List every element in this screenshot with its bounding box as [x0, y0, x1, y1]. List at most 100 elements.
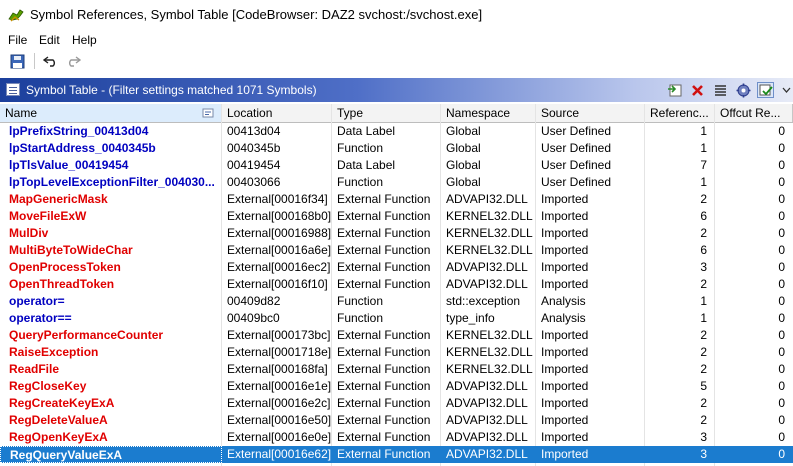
cell-source: Imported — [541, 260, 589, 274]
cell-location: External[00016ec2] — [227, 260, 331, 274]
table-row[interactable]: MapGenericMask External[00016f34] External… — [0, 191, 793, 208]
cell-offcut: 0 — [778, 243, 785, 257]
cell-location: 00419454 — [227, 158, 281, 172]
cell-refs: 6 — [700, 243, 707, 257]
cell-name: lpPrefixString_00413d04 — [9, 124, 149, 138]
cell-source: Imported — [541, 209, 589, 223]
save-button[interactable] — [8, 53, 26, 69]
table-row[interactable]: MulDiv External[00016988] External Functio… — [0, 225, 793, 242]
table-row[interactable]: lpTopLevelExceptionFilter_004030... 00403… — [0, 174, 793, 191]
cell-name: OpenThreadToken — [9, 277, 115, 291]
table-row[interactable]: OpenThreadToken External[00016f10] Externa… — [0, 276, 793, 293]
cell-location: External[000168fa] — [227, 362, 328, 376]
cell-namespace: KERNEL32.DLL — [446, 328, 533, 342]
table-row[interactable]: ReadFile External[000168fa] External Funct… — [0, 361, 793, 378]
sort-ascending-icon — [202, 108, 214, 118]
cell-location: External[00016e50] — [227, 413, 332, 427]
cell-offcut: 0 — [778, 260, 785, 274]
cell-source: Imported — [541, 243, 589, 257]
cell-source: Imported — [541, 447, 589, 461]
cell-name: MultiByteToWideChar — [9, 243, 133, 257]
menu-edit[interactable]: Edit — [39, 33, 60, 47]
column-header-location[interactable]: Location — [222, 104, 332, 122]
cell-namespace: ADVAPI32.DLL — [446, 430, 528, 444]
table-row[interactable]: RegDeleteValueA External[00016e50] Externa… — [0, 412, 793, 429]
cell-source: Imported — [541, 379, 589, 393]
cell-type: External Function — [337, 192, 431, 206]
cell-namespace: Global — [446, 175, 481, 189]
table-row[interactable]: MultiByteToWideChar External[00016a6e] Ext… — [0, 242, 793, 259]
cell-refs: 1 — [700, 124, 707, 138]
window-title: Symbol References, Symbol Table [CodeBro… — [30, 7, 483, 22]
table-row[interactable]: RegQueryValueExA External[00016e62] Extern… — [0, 446, 793, 463]
table-row[interactable]: RegCreateKeyExA External[00016e2c] Externa… — [0, 395, 793, 412]
cell-location: External[00016e0e] — [227, 430, 332, 444]
configure-button[interactable] — [735, 82, 752, 98]
cell-namespace: KERNEL32.DLL — [446, 345, 533, 359]
cell-offcut: 0 — [778, 328, 785, 342]
cell-refs: 7 — [700, 158, 707, 172]
table-row[interactable]: OpenProcessToken External[00016ec2] Extern… — [0, 259, 793, 276]
table-row[interactable]: MoveFileExW External[000168b0] External Fu… — [0, 208, 793, 225]
cell-type: Data Label — [337, 158, 396, 172]
menu-bar: File Edit Help — [0, 30, 793, 50]
cell-location: 0040345b — [227, 141, 281, 155]
cell-namespace: ADVAPI32.DLL — [446, 260, 528, 274]
cell-name: ReadFile — [9, 362, 60, 376]
cell-source: Imported — [541, 277, 589, 291]
panel-menu-button[interactable] — [778, 82, 793, 98]
cell-refs: 1 — [700, 311, 707, 325]
cell-source: Imported — [541, 345, 589, 359]
table-row[interactable]: RegOpenKeyExA External[00016e0e] External … — [0, 429, 793, 446]
cell-location: External[0001718e] — [227, 345, 332, 359]
cell-namespace: ADVAPI32.DLL — [446, 396, 528, 410]
cell-name: MapGenericMask — [9, 192, 108, 206]
delete-button[interactable] — [689, 82, 706, 98]
add-to-table-button[interactable] — [666, 82, 683, 98]
table-row[interactable]: operator= 00409d82 Function std::exception A… — [0, 293, 793, 310]
cell-source: Imported — [541, 430, 589, 444]
undo-button[interactable] — [42, 53, 60, 69]
cell-location: External[000173bc] — [227, 328, 331, 342]
list-view-button[interactable] — [712, 82, 729, 98]
cell-offcut: 0 — [778, 379, 785, 393]
table-row[interactable]: lpTlsValue_00419454 00419454 Data Label Glo… — [0, 157, 793, 174]
cell-namespace: KERNEL32.DLL — [446, 209, 533, 223]
cell-name: operator== — [9, 311, 72, 325]
cell-name: QueryPerformanceCounter — [9, 328, 164, 342]
cell-name: RegQueryValueExA — [0, 446, 222, 463]
cell-namespace: ADVAPI32.DLL — [446, 192, 528, 206]
column-header-offcut-references[interactable]: Offcut Re... — [715, 104, 793, 122]
column-header-source[interactable]: Source — [536, 104, 645, 122]
red-x-icon — [692, 84, 703, 96]
cell-namespace: KERNEL32.DLL — [446, 243, 533, 257]
column-header-name[interactable]: Name — [0, 104, 222, 122]
cell-location: External[000168b0] — [227, 209, 332, 223]
cell-refs: 2 — [700, 396, 707, 410]
column-header-type[interactable]: Type — [332, 104, 441, 122]
cell-namespace: Global — [446, 141, 481, 155]
cell-source: Imported — [541, 413, 589, 427]
menu-help[interactable]: Help — [72, 33, 97, 47]
cell-type: External Function — [337, 447, 431, 461]
symbol-table-panel-header: Symbol Table - (Filter settings matched … — [0, 78, 793, 102]
column-header-references[interactable]: Referenc... — [645, 104, 715, 122]
table-row[interactable]: QueryPerformanceCounter External[000173bc… — [0, 327, 793, 344]
menu-file[interactable]: File — [8, 33, 27, 47]
redo-button[interactable] — [64, 53, 82, 69]
cell-name: RegCloseKey — [9, 379, 87, 393]
filter-toggle-button[interactable] — [757, 82, 774, 98]
table-row[interactable]: RaiseException External[0001718e] External… — [0, 344, 793, 361]
column-header-namespace[interactable]: Namespace — [441, 104, 536, 122]
table-row[interactable]: lpStartAddress_0040345b 0040345b Function G… — [0, 140, 793, 157]
cell-type: Data Label — [337, 124, 396, 138]
table-row[interactable]: operator== 00409bc0 Function type_info Analy… — [0, 310, 793, 327]
cell-namespace: KERNEL32.DLL — [446, 362, 533, 376]
cell-offcut: 0 — [778, 124, 785, 138]
table-row[interactable]: RegCloseKey External[00016e1e] External Fu… — [0, 378, 793, 395]
cell-refs: 2 — [700, 328, 707, 342]
cell-name: RegOpenKeyExA — [9, 430, 108, 444]
table-row[interactable]: lpPrefixString_00413d04 00413d04 Data Labe… — [0, 123, 793, 140]
cell-name: RaiseException — [9, 345, 99, 359]
cell-type: External Function — [337, 430, 431, 444]
